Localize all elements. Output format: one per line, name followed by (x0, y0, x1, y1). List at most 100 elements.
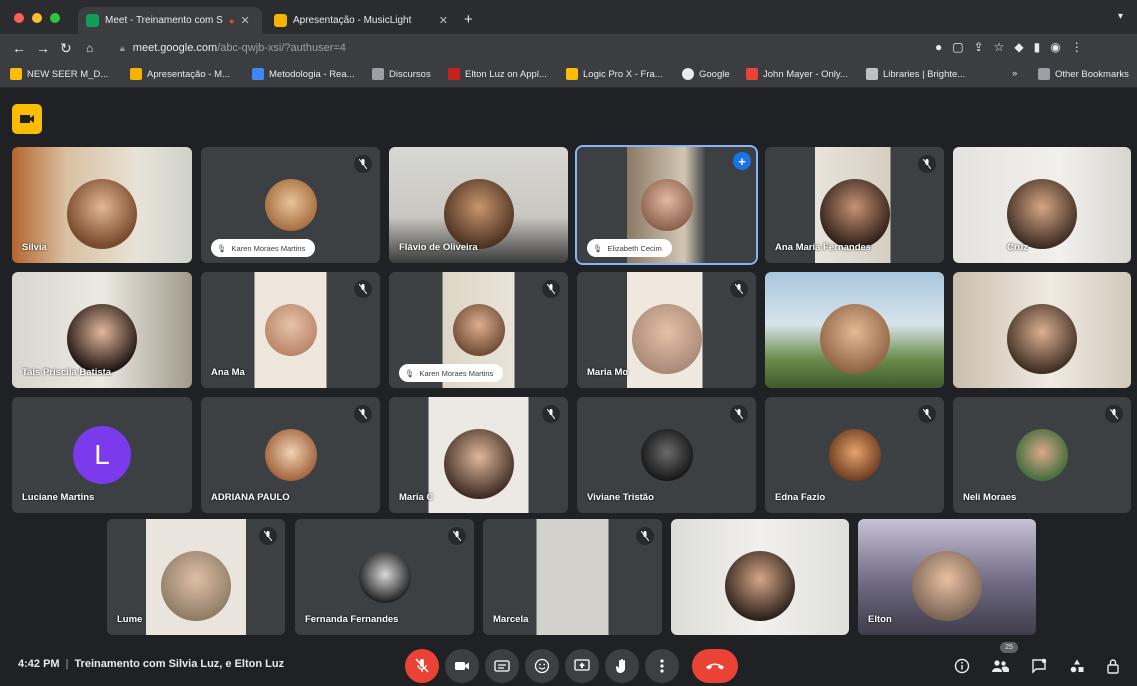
new-tab-button[interactable]: + (464, 11, 473, 28)
participant-video (640, 179, 693, 231)
tab-meet[interactable]: Meet - Treinamento com S ● ✕ (78, 7, 262, 34)
profile-icon[interactable]: ◉ (1050, 40, 1060, 54)
participant-tile[interactable]: Marcela (483, 519, 662, 635)
participant-tile[interactable]: Neli Moraes (953, 397, 1131, 513)
bookmark-item[interactable]: Metodologia - Rea... (252, 68, 355, 80)
browser-menu-icon[interactable]: ⋮ (1071, 40, 1083, 54)
mic-off-icon (918, 405, 936, 423)
participant-tile[interactable]: L Luciane Martins (12, 397, 192, 513)
participant-name: Silvia (22, 242, 47, 253)
back-button[interactable]: ← (12, 39, 26, 57)
bookmark-star-icon[interactable]: ☆ (994, 40, 1005, 54)
pin-icon[interactable]: + (733, 152, 751, 170)
minimize-window-button[interactable] (32, 13, 42, 23)
participant-avatar (828, 429, 881, 481)
bookmark-item[interactable]: NEW SEER M_D... (10, 68, 108, 80)
participant-name: Luciane Martins (22, 492, 95, 503)
audio-playing-icon: ● (229, 15, 235, 26)
bookmark-item[interactable]: Discursos (372, 68, 431, 80)
present-button[interactable] (565, 649, 599, 683)
library-icon (866, 68, 878, 80)
info-icon (954, 658, 970, 674)
tab-slides[interactable]: Apresentação - MusicLight ✕ (266, 7, 456, 34)
maximize-window-button[interactable] (50, 13, 60, 23)
participant-tile-active[interactable]: + 🎙︎ Elizabeth Cecim (575, 145, 758, 265)
home-button[interactable]: ⌂ (86, 39, 93, 57)
google-meet-icon (86, 14, 99, 27)
raise-hand-button[interactable] (605, 649, 639, 683)
bookmarks-overflow[interactable]: » (1012, 68, 1017, 79)
sidebar-icon[interactable]: ▮ (1034, 40, 1041, 54)
participant-tile[interactable]: Flávio de Oliveira (389, 147, 568, 263)
mic-off-icon (448, 527, 466, 545)
forward-button[interactable]: → (36, 39, 50, 57)
participant-tile[interactable]: Viviane Tristão (577, 397, 756, 513)
camera-icon (455, 662, 469, 670)
chat-icon (1032, 658, 1047, 674)
end-call-button[interactable] (692, 649, 738, 683)
participant-tile[interactable]: Edna Fazio (765, 397, 944, 513)
mic-off-icon (730, 280, 748, 298)
more-options-button[interactable] (645, 649, 679, 683)
other-bookmarks[interactable]: Other Bookmarks (1038, 68, 1129, 80)
close-tab-icon[interactable]: ✕ (439, 14, 448, 27)
participant-tile[interactable]: Elton (858, 519, 1036, 635)
participant-tile[interactable]: Lume (107, 519, 285, 635)
participant-avatar (358, 551, 411, 603)
participant-name: Marcela (493, 614, 529, 625)
participant-tile[interactable]: Ana Maria Fernandes (765, 147, 944, 263)
meeting-info: 4:42 PM | Treinamento com Silvia Luz, e El… (18, 658, 285, 670)
captions-button[interactable] (485, 649, 519, 683)
bookmark-item[interactable]: Libraries | Brighte... (866, 68, 965, 80)
participant-tile[interactable] (765, 272, 944, 388)
participant-name: Tais Priscila Batista (22, 367, 112, 378)
address-bar[interactable]: 🔒︎ meet.google.com/abc-qwjb-xsi/?authuse… (110, 38, 930, 58)
participant-tile[interactable]: Maria C (389, 397, 568, 513)
chat-button[interactable] (1029, 656, 1049, 676)
tab-search-icon[interactable]: ▾ (1118, 11, 1123, 22)
participant-count-badge: 25 (1000, 642, 1018, 653)
bookmark-item[interactable]: Elton Luz on Appl... (448, 68, 547, 80)
cast-icon[interactable]: ▢ (952, 40, 963, 54)
participant-tile[interactable]: 🎙︎ Karen Moraes Martins (389, 272, 568, 388)
people-button[interactable] (990, 656, 1010, 676)
participant-tile[interactable]: Fernanda Fernandes (295, 519, 474, 635)
participant-tile[interactable]: 🎙︎ Karen Moraes Martins (201, 147, 380, 263)
participant-tile[interactable] (953, 272, 1131, 388)
host-controls-icon (1107, 659, 1119, 674)
bookmark-label: John Mayer - Only... (763, 68, 848, 80)
mic-toggle-button[interactable] (405, 649, 439, 683)
slides-icon (130, 68, 142, 80)
emoji-button[interactable] (525, 649, 559, 683)
bookmarks-bar: NEW SEER M_D... Apresentação - M... Meto… (0, 62, 1137, 88)
toolbar-icons: ● ▢ ⇪ ☆ ◆ ▮ ◉ ⋮ (935, 40, 1083, 54)
camera-in-use-icon[interactable]: ● (935, 40, 942, 54)
mic-off-icon: 🎙︎ (593, 243, 603, 253)
bookmark-item[interactable]: Google (682, 68, 730, 80)
extension-icon[interactable]: ◆ (1014, 40, 1023, 54)
camera-toggle-button[interactable] (445, 649, 479, 683)
participant-tile[interactable]: Cruz (953, 147, 1131, 263)
close-tab-icon[interactable]: ✕ (240, 14, 249, 27)
participant-tile[interactable]: ADRIANA PAULO (201, 397, 380, 513)
bookmark-item[interactable]: Apresentação - M... (130, 68, 230, 80)
window-controls (14, 13, 60, 23)
reload-button[interactable]: ↻ (60, 39, 72, 57)
activities-button[interactable] (1067, 656, 1087, 676)
host-controls-button[interactable] (1103, 656, 1123, 676)
close-window-button[interactable] (14, 13, 24, 23)
bookmark-item[interactable]: John Mayer - Only... (746, 68, 848, 80)
bookmark-item[interactable]: Logic Pro X - Fra... (566, 68, 663, 80)
participant-tile[interactable]: Maria Mo (577, 272, 756, 388)
participant-tile[interactable] (671, 519, 849, 635)
meeting-details-button[interactable] (952, 656, 972, 676)
participant-tile[interactable]: Silvia (12, 147, 192, 263)
tab-title: Apresentação - MusicLight (293, 15, 412, 26)
participant-tile[interactable]: Tais Priscila Batista (12, 272, 192, 388)
participant-tile[interactable]: Ana Ma (201, 272, 380, 388)
notice-text: Elizabeth Cecim (607, 243, 662, 253)
participant-video (443, 429, 514, 500)
participant-video (725, 551, 795, 622)
share-icon[interactable]: ⇪ (974, 40, 984, 54)
mic-off-icon (415, 658, 429, 673)
